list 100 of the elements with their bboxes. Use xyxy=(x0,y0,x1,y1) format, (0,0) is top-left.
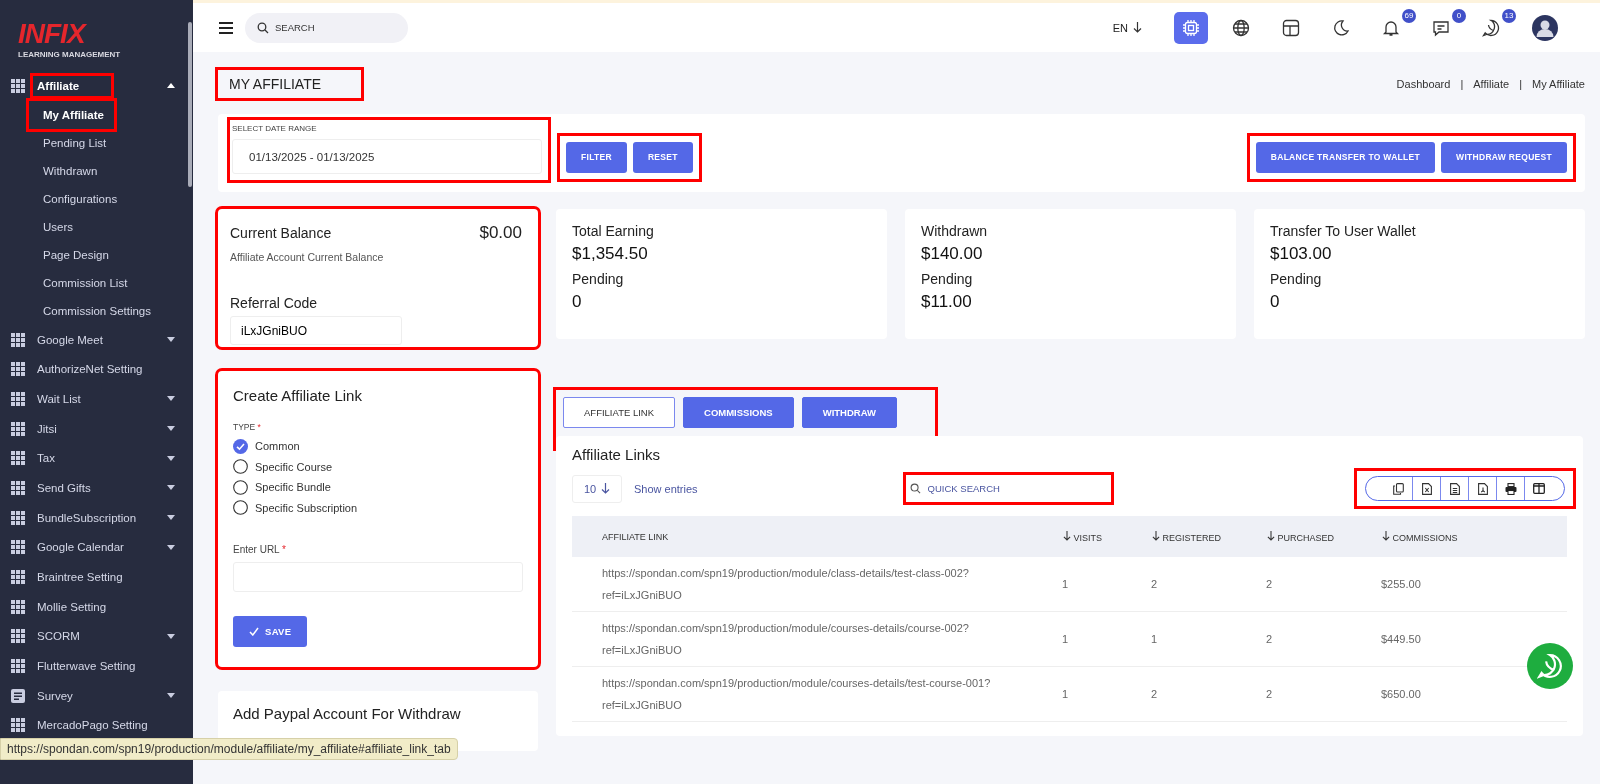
grid-icon xyxy=(11,332,25,347)
sidebar-item[interactable]: Google Calendar xyxy=(0,532,193,563)
printer-icon xyxy=(1504,482,1517,495)
radio-option[interactable]: Common xyxy=(233,436,300,457)
table-cell: 2 xyxy=(1151,666,1266,722)
table-cell: 1 xyxy=(1062,611,1151,667)
tab[interactable]: WITHDRAW xyxy=(801,397,897,428)
chat-icon xyxy=(1432,18,1450,37)
column-header[interactable]: REGISTERED xyxy=(1151,516,1266,557)
column-header[interactable]: COMMISSIONS xyxy=(1381,516,1567,557)
action-button[interactable]: BALANCE TRANSFER TO WALLET xyxy=(1255,141,1436,173)
stat-label: Pending xyxy=(1270,271,1323,287)
sidebar-item-label: Flutterwave Setting xyxy=(37,660,137,673)
sidebar-item[interactable]: Jitsi xyxy=(0,413,193,444)
sidebar-item[interactable]: AuthorizeNet Setting xyxy=(0,354,193,385)
sidebar-subitem[interactable]: Withdrawn xyxy=(0,156,98,185)
field-label: Enter URL xyxy=(233,544,280,555)
save-button[interactable]: SAVE xyxy=(233,616,308,647)
grid-icon xyxy=(11,540,25,555)
sidebar-subitem[interactable]: Commission List xyxy=(0,268,128,297)
filter-action-button[interactable]: FILTER xyxy=(566,141,627,173)
table-cell: 1 xyxy=(1062,557,1151,612)
tab[interactable]: AFFILIATE LINK xyxy=(563,397,676,428)
sidebar-item[interactable]: Survey xyxy=(0,680,193,711)
date-range-field[interactable]: 01/13/2025 - 01/13/2025 xyxy=(232,139,542,174)
table-cell: https://spondan.com/spn19/production/module/class-details/test-class-002?ref=iLxJGniBUO xyxy=(572,557,1062,612)
sidebar-subitem[interactable]: Pending List xyxy=(0,128,107,157)
menu-icon[interactable] xyxy=(219,21,233,34)
caret-icon xyxy=(167,337,175,343)
breadcrumb-link[interactable]: Dashboard xyxy=(1396,78,1451,90)
card-title: Affiliate Links xyxy=(572,446,662,463)
show-entries-label: Show entries xyxy=(634,482,698,495)
table-cell: 2 xyxy=(1266,611,1381,667)
quick-search-field[interactable]: QUICK SEARCH xyxy=(905,474,1111,502)
balance-amount: $0.00 xyxy=(479,223,522,243)
count-badge: 0 xyxy=(1452,8,1466,23)
page-size-select[interactable]: 10 xyxy=(572,474,622,503)
stat-label: Transfer To User Wallet xyxy=(1270,223,1417,239)
sidebar-item[interactable]: Mollie Setting xyxy=(0,591,193,622)
stat-value: 0 xyxy=(572,292,583,312)
sidebar-item[interactable]: Braintree Setting xyxy=(0,562,193,592)
table-cell: 2 xyxy=(1266,666,1381,722)
sidebar-item-label: SCORM xyxy=(37,630,81,643)
sidebar-subitem[interactable]: Users xyxy=(0,212,74,241)
action-button[interactable]: WITHDRAW REQUEST xyxy=(1441,141,1567,173)
breadcrumb-link[interactable]: Affiliate xyxy=(1473,78,1510,90)
file-icon xyxy=(1477,482,1488,495)
column-header[interactable]: PURCHASED xyxy=(1266,516,1381,557)
sort-arrow-icon xyxy=(1382,530,1390,541)
sidebar-item[interactable]: Affiliate xyxy=(0,71,193,101)
language-selector[interactable]: EN xyxy=(1112,21,1142,34)
sidebar-item[interactable]: Wait List xyxy=(0,384,193,414)
file-icon xyxy=(1449,482,1460,495)
stat-value: $103.00 xyxy=(1270,244,1333,264)
table-cell: $255.00 xyxy=(1381,557,1567,612)
sidebar-item-label: Jitsi xyxy=(37,422,58,435)
sidebar-item[interactable]: Tax xyxy=(0,443,193,474)
column-header[interactable]: AFFILIATE LINK xyxy=(572,516,1062,557)
sidebar-item[interactable]: Google Meet xyxy=(0,324,193,355)
table-cell: 2 xyxy=(1266,557,1381,612)
column-header[interactable]: VISITS xyxy=(1062,516,1151,557)
caret-icon xyxy=(167,544,175,550)
tab[interactable]: COMMISSIONS xyxy=(683,397,794,428)
breadcrumb-link[interactable]: My Affiliate xyxy=(1532,78,1585,90)
grid-icon xyxy=(11,391,25,406)
count-badge: 13 xyxy=(1502,8,1516,23)
grid-icon xyxy=(11,718,25,733)
caret-icon xyxy=(167,485,175,491)
sidebar-item[interactable]: MercadoPago Setting xyxy=(0,710,193,741)
sidebar-item-label: Google Meet xyxy=(37,333,104,346)
grid-icon xyxy=(11,362,25,377)
sidebar-item-label: Mollie Setting xyxy=(37,600,108,613)
sidebar-item[interactable]: Send Gifts xyxy=(0,473,193,503)
filter-action-button[interactable]: RESET xyxy=(632,141,693,173)
chip-icon xyxy=(1182,18,1200,37)
sidebar-subitem[interactable]: Configurations xyxy=(0,184,118,213)
referral-code-field[interactable]: iLxJGniBUO xyxy=(230,316,402,345)
sidebar-item[interactable]: BundleSubscription xyxy=(0,502,193,533)
sidebar-subitem[interactable]: Commission Settings xyxy=(0,296,151,325)
sidebar-item[interactable]: SCORM xyxy=(0,621,193,652)
avatar[interactable] xyxy=(1532,14,1558,41)
brand-logo: INFIX xyxy=(18,20,85,48)
breadcrumb-separator: | xyxy=(1519,78,1522,90)
search-field[interactable]: SEARCH xyxy=(245,12,408,43)
caret-icon xyxy=(167,633,175,639)
card-title: Current Balance xyxy=(230,225,332,241)
radio-option[interactable]: Specific Bundle xyxy=(233,477,331,498)
caret-icon xyxy=(167,515,175,521)
sidebar-item-label: Survey xyxy=(37,689,74,702)
layout-icon xyxy=(1282,18,1300,37)
sidebar-item-label: MercadoPago Setting xyxy=(37,719,149,732)
radio-option[interactable]: Specific Course xyxy=(233,456,333,477)
card-title: Add Paypal Account For Withdraw xyxy=(233,705,462,722)
field-label: TYPE xyxy=(233,422,256,432)
sidebar-subitem[interactable]: My Affiliate xyxy=(29,100,114,129)
sidebar-item-label: Braintree Setting xyxy=(37,571,124,584)
radio-option[interactable]: Specific Subscription xyxy=(233,497,358,518)
sidebar-subitem[interactable]: Page Design xyxy=(0,240,109,269)
sidebar-item[interactable]: Flutterwave Setting xyxy=(0,651,193,681)
grid-icon xyxy=(11,480,25,495)
